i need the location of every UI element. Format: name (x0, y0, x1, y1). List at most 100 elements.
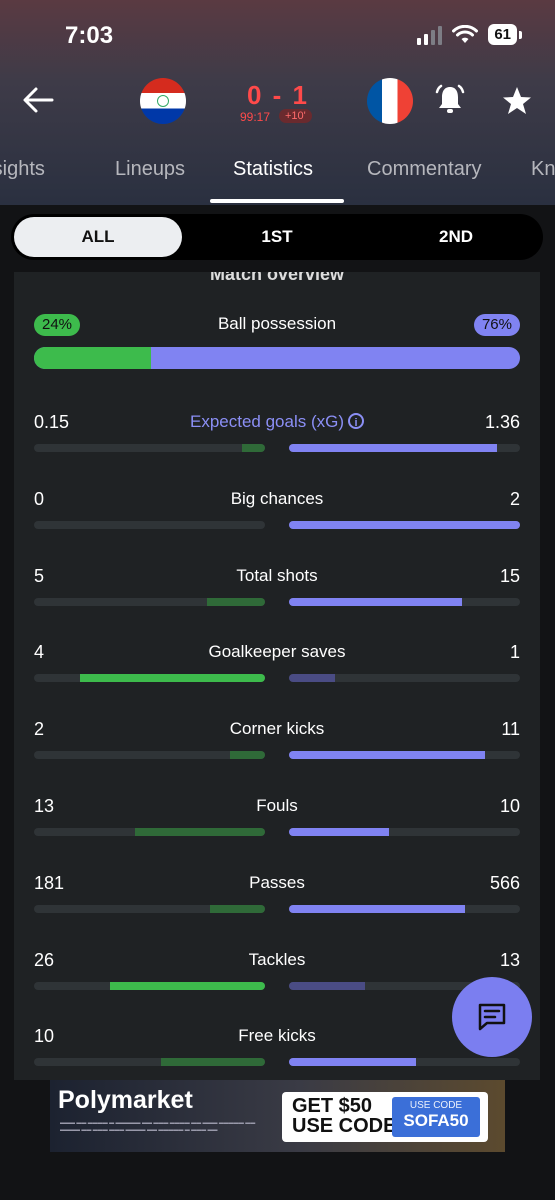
stat-home-track (34, 1058, 265, 1067)
match-header: 7:03 61 0 - 1 99:17 +10' Insights Lineup… (0, 0, 555, 205)
stat-away-track (289, 444, 520, 452)
stat-away-track (289, 520, 520, 529)
stat-home-bar (80, 674, 265, 683)
stat-label-text: Passes (249, 872, 305, 892)
possession-away-pill: 76% (473, 314, 520, 336)
bell-icon[interactable] (432, 82, 468, 118)
stat-label-text: Free kicks (238, 1026, 316, 1046)
match-overview-card: Match overview 24% Ball possession 76% 0… (14, 272, 540, 1080)
stat-label: Goalkeeper saves (14, 642, 540, 662)
stat-label[interactable]: Expected goals (xG) i (14, 412, 540, 432)
added-time-badge: +10' (279, 109, 312, 123)
stat-away-track (289, 751, 520, 760)
stat-row: 13 Fouls 10 (14, 796, 540, 856)
possession-home-fill (34, 347, 151, 369)
stat-away-track (289, 828, 520, 836)
active-tab-indicator (210, 199, 344, 203)
stat-away-value: 13 (499, 949, 520, 970)
stat-away-bar (289, 1058, 417, 1067)
stat-away-value: 1.36 (484, 412, 520, 432)
tab-bar: Insights Lineups Statistics Commentary K… (0, 155, 555, 203)
stat-away-value: 11 (501, 719, 520, 740)
tab-lineups[interactable]: Lineups (115, 158, 185, 181)
stat-home-track (34, 981, 265, 990)
stat-home-track (34, 904, 265, 913)
stat-away-bar (289, 904, 465, 913)
stat-home-track (34, 597, 265, 606)
tab-statistics[interactable]: Statistics (233, 158, 313, 181)
home-team-flag[interactable] (140, 78, 186, 124)
stat-home-track (34, 444, 265, 452)
match-score: 0 - 1 (246, 80, 310, 110)
stat-label-text: Goalkeeper saves (208, 642, 346, 662)
stat-home-bar (207, 597, 265, 606)
match-clock: 99:17 (240, 110, 271, 124)
ad-headline-line-1: GET $50 (292, 1095, 373, 1117)
ad-banner[interactable]: Polymarket ▬▬▬ ▬▬ ▬▬▬▬ ▬ ▬▬▬▬▬ ▬▬ ▬▬▬ ▬▬… (50, 1080, 505, 1152)
away-team-flag[interactable] (367, 78, 413, 124)
stat-away-bar (289, 674, 336, 683)
period-filter: ALL 1ST 2ND (11, 214, 543, 260)
stat-label-text: Total shots (236, 565, 318, 585)
stat-away-bar (289, 981, 366, 990)
stat-label: Tackles (14, 950, 540, 970)
stat-home-bar (230, 751, 265, 760)
stat-label: Corner kicks (14, 719, 540, 739)
stat-away-value: 566 (489, 872, 520, 893)
chat-icon (478, 1003, 506, 1031)
ad-brand: Polymarket (58, 1086, 193, 1114)
ad-headline: GET $50 USE CODE (292, 1096, 396, 1136)
period-2nd-button[interactable]: 2ND (372, 217, 540, 257)
possession-bar (34, 347, 520, 369)
stat-home-bar (209, 904, 265, 913)
stat-away-bar (289, 751, 486, 760)
stat-away-bar (289, 828, 390, 836)
stat-row: 2 Corner kicks 11 (14, 719, 540, 779)
stat-row: 181 Passes 566 (14, 873, 540, 933)
stat-home-track (34, 828, 265, 836)
stat-row: 4 Goalkeeper saves 1 (14, 642, 540, 702)
stat-away-track (289, 597, 520, 606)
stat-away-track (289, 904, 520, 913)
stat-label: Big chances (14, 489, 540, 509)
stat-away-value: 1 (509, 642, 520, 663)
stat-home-bar (134, 828, 265, 836)
status-time: 7:03 (65, 22, 114, 49)
wifi-icon (452, 24, 479, 43)
chat-button[interactable] (452, 977, 532, 1057)
stat-label: Passes (14, 873, 540, 893)
stat-away-bar (289, 520, 520, 529)
possession-label: Ball possession (217, 314, 337, 333)
stat-home-bar (110, 981, 265, 990)
stat-home-track (34, 520, 265, 529)
stat-row: 0.15 Expected goals (xG) i 1.36 (14, 412, 540, 472)
stat-label: Fouls (14, 796, 540, 816)
tab-kn[interactable]: Kn (531, 158, 555, 181)
stat-home-bar (161, 1058, 265, 1067)
ad-fine-print-decoration: ▬▬▬ ▬▬ ▬▬▬▬ ▬ ▬▬▬▬▬ ▬▬ ▬▬▬ ▬▬▬▬ ▬▬ ▬▬▬ ▬… (60, 1120, 256, 1133)
tab-commentary[interactable]: Commentary (367, 158, 481, 181)
overview-title: Match overview (209, 272, 345, 284)
stat-away-track (289, 674, 520, 683)
ad-code-box: USE CODE SOFA50 (392, 1097, 480, 1137)
period-all-button[interactable]: ALL (14, 217, 182, 257)
status-icons: 61 (417, 24, 522, 45)
stat-label: Total shots (14, 566, 540, 586)
stat-away-bar (289, 444, 497, 452)
stat-label-text: Expected goals (xG) (189, 412, 344, 431)
star-icon[interactable] (500, 84, 534, 118)
stat-home-track (34, 674, 265, 683)
period-1st-button[interactable]: 1ST (193, 217, 361, 257)
ad-code-label: USE CODE (409, 1100, 463, 1111)
stat-row: 0 Big chances 2 (14, 489, 540, 549)
ad-headline-line-2: USE CODE (292, 1115, 397, 1137)
stat-label-text: Corner kicks (229, 719, 325, 739)
stat-away-track (289, 1058, 520, 1067)
tab-insights[interactable]: Insights (0, 158, 45, 181)
stat-away-bar (289, 597, 463, 606)
back-arrow-icon[interactable] (18, 80, 58, 120)
info-icon[interactable]: i (348, 413, 364, 429)
ad-code-value: SOFA50 (403, 1111, 469, 1130)
stat-away-value: 2 (509, 488, 520, 509)
stat-row: 5 Total shots 15 (14, 566, 540, 626)
